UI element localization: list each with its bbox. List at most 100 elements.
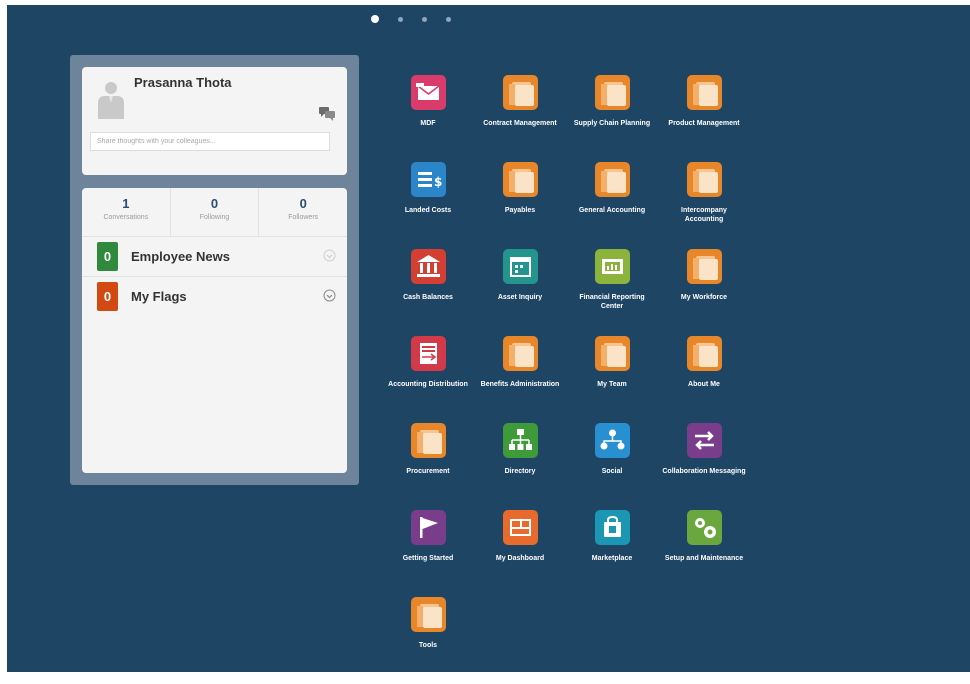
tile-landed-costs[interactable]: $ Landed Costs xyxy=(382,162,474,249)
tile-label: My Dashboard xyxy=(495,555,545,562)
page-dot-4[interactable] xyxy=(446,16,451,22)
tile-mdf[interactable]: MDF xyxy=(382,75,474,162)
stat-label: Conversations xyxy=(103,214,149,221)
tile-social[interactable]: Social xyxy=(566,423,658,510)
carousel-pager xyxy=(371,15,451,23)
tile-contract-management[interactable]: Contract Management xyxy=(474,75,566,162)
tile-cash-balances[interactable]: Cash Balances xyxy=(382,249,474,336)
stat-following[interactable]: 0 Following xyxy=(169,188,259,236)
tile-label: Asset Inquiry xyxy=(497,294,543,301)
profile-card: Prasanna Thota xyxy=(82,67,347,175)
tile-setup-and-maintenance[interactable]: Setup and Maintenance xyxy=(658,510,750,597)
tile-label: Accounting Distribution xyxy=(388,381,468,388)
tile-my-team[interactable]: My Team xyxy=(566,336,658,423)
svg-text:$: $ xyxy=(434,175,442,189)
ledger-icon xyxy=(410,336,446,371)
tile-label: Collaboration Messaging xyxy=(662,468,746,475)
tile-label: Getting Started xyxy=(402,555,454,562)
user-name[interactable]: Prasanna Thota xyxy=(134,75,232,90)
tile-label: Financial Reporting Center xyxy=(579,294,645,310)
flag-icon xyxy=(410,510,446,545)
feed-label: My Flags xyxy=(131,289,187,304)
report-icon xyxy=(594,249,630,284)
tile-my-dashboard[interactable]: My Dashboard xyxy=(474,510,566,597)
pages-icon xyxy=(594,336,630,371)
tile-procurement[interactable]: Procurement xyxy=(382,423,474,510)
social-panel: Prasanna Thota 1 Conversations 0 Followi… xyxy=(70,55,359,485)
tile-label: General Accounting xyxy=(578,207,646,214)
tile-getting-started[interactable]: Getting Started xyxy=(382,510,474,597)
tile-tools[interactable]: Tools xyxy=(382,597,474,684)
tile-supply-chain-planning[interactable]: Supply Chain Planning xyxy=(566,75,658,162)
tile-benefits-administration[interactable]: Benefits Administration xyxy=(474,336,566,423)
tile-general-accounting[interactable]: General Accounting xyxy=(566,162,658,249)
tile-intercompany-accounting[interactable]: Intercompany Accounting xyxy=(658,162,750,249)
feed-my-flags[interactable]: 0 My Flags xyxy=(82,277,347,316)
org-chart-icon xyxy=(502,423,538,458)
count-badge: 0 xyxy=(97,242,118,271)
stats-bar: 1 Conversations 0 Following 0 Followers xyxy=(82,188,347,237)
pages-icon xyxy=(686,249,722,284)
pages-icon xyxy=(502,336,538,371)
tile-label: My Team xyxy=(597,381,627,388)
pages-icon xyxy=(594,162,630,197)
pages-icon xyxy=(410,423,446,458)
feed-employee-news[interactable]: 0 Employee News xyxy=(82,237,347,277)
dashboard-icon xyxy=(502,510,538,545)
tile-accounting-distribution[interactable]: Accounting Distribution xyxy=(382,336,474,423)
cost-icon: $ xyxy=(410,162,446,197)
expand-icon[interactable] xyxy=(323,289,336,302)
stat-count: 1 xyxy=(122,196,130,211)
arrows-icon xyxy=(686,423,722,458)
tile-label: About Me xyxy=(688,381,720,388)
bank-icon xyxy=(410,249,446,284)
tile-label: Tools xyxy=(418,642,438,649)
avatar[interactable] xyxy=(96,79,126,119)
network-icon xyxy=(594,423,630,458)
springboard: Prasanna Thota 1 Conversations 0 Followi… xyxy=(7,5,970,672)
app-tile-grid: MDF Contract Management Supply Chain Plann… xyxy=(382,75,778,684)
tile-label: Marketplace xyxy=(591,555,633,562)
tile-directory[interactable]: Directory xyxy=(474,423,566,510)
tile-payables[interactable]: Payables xyxy=(474,162,566,249)
bag-icon xyxy=(594,510,630,545)
tile-label: Cash Balances xyxy=(403,294,453,301)
stat-count: 0 xyxy=(299,196,307,211)
tile-label: My Workforce xyxy=(680,294,728,301)
calendar-icon xyxy=(502,249,538,284)
stat-label: Followers xyxy=(288,214,319,221)
pages-icon xyxy=(410,597,446,632)
tile-label: Setup and Maintenance xyxy=(664,555,744,562)
page-dot-2[interactable] xyxy=(398,16,403,22)
status-input[interactable] xyxy=(90,132,330,151)
chat-icon[interactable] xyxy=(319,107,336,121)
pages-icon xyxy=(686,75,722,110)
tile-label: Procurement xyxy=(406,468,450,475)
pages-icon xyxy=(502,75,538,110)
tile-financial-reporting-center[interactable]: Financial Reporting Center xyxy=(566,249,658,336)
tile-product-management[interactable]: Product Management xyxy=(658,75,750,162)
stat-label: Following xyxy=(199,214,230,221)
page-dot-3[interactable] xyxy=(422,16,427,22)
activity-card: 1 Conversations 0 Following 0 Followers … xyxy=(82,188,347,473)
tile-my-workforce[interactable]: My Workforce xyxy=(658,249,750,336)
tile-asset-inquiry[interactable]: Asset Inquiry xyxy=(474,249,566,336)
tile-label: Product Management xyxy=(668,120,740,127)
stat-conversations[interactable]: 1 Conversations xyxy=(82,188,170,236)
pages-icon xyxy=(594,75,630,110)
stat-followers[interactable]: 0 Followers xyxy=(258,188,347,236)
tile-label: Intercompany Accounting xyxy=(681,207,727,223)
gears-icon xyxy=(686,510,722,545)
tile-marketplace[interactable]: Marketplace xyxy=(566,510,658,597)
count-badge: 0 xyxy=(97,282,118,311)
tile-label: MDF xyxy=(420,120,436,127)
tile-label: Contract Management xyxy=(483,120,557,127)
tile-label: Landed Costs xyxy=(404,207,452,214)
tile-collaboration-messaging[interactable]: Collaboration Messaging xyxy=(658,423,750,510)
tile-label: Payables xyxy=(504,207,536,214)
tile-label: Social xyxy=(601,468,623,475)
page-dot-1[interactable] xyxy=(371,15,379,23)
tile-about-me[interactable]: About Me xyxy=(658,336,750,423)
expand-icon[interactable] xyxy=(323,249,336,262)
feed-label: Employee News xyxy=(131,249,230,264)
